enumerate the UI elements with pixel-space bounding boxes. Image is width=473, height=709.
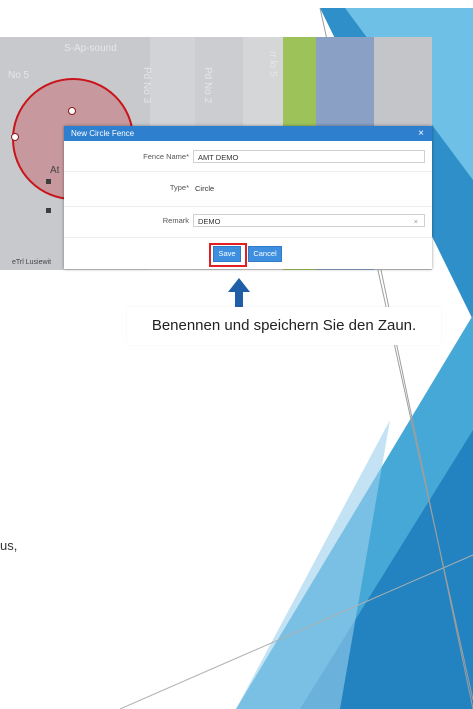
- map-label-bottom: eTrl Lusiewit: [12, 259, 52, 266]
- map-vlabel-1: Pd No 3: [141, 67, 152, 104]
- type-label: Type*: [169, 183, 189, 192]
- fence-name-label: Fence Name*: [143, 152, 189, 161]
- divider: [64, 237, 432, 238]
- cancel-button[interactable]: Cancel: [248, 246, 282, 262]
- map-label-left: No 5: [8, 70, 30, 81]
- divider: [64, 206, 432, 207]
- dialog-title-bar: New Circle Fence ×: [64, 126, 432, 141]
- map-vlabel-3: rr lo 5: [267, 51, 278, 77]
- remark-input[interactable]: DEMO ×: [193, 214, 425, 227]
- close-icon[interactable]: ×: [418, 126, 424, 141]
- map-vlabel-2: Pd No 2: [202, 67, 213, 104]
- circle-edge-handle-left[interactable]: [11, 133, 19, 141]
- map-marker[interactable]: [46, 179, 51, 184]
- map-marker[interactable]: [46, 208, 51, 213]
- partial-text: us,: [0, 538, 18, 553]
- new-circle-fence-dialog: New Circle Fence × Fence Name* AMT DEMO …: [64, 126, 432, 269]
- dialog-title: New Circle Fence: [71, 129, 135, 138]
- remark-value: DEMO: [198, 217, 221, 226]
- caption-box: Benennen und speichern Sie den Zaun.: [127, 307, 441, 345]
- map-label-area: At: [50, 165, 60, 176]
- clear-icon[interactable]: ×: [414, 215, 418, 228]
- remark-label: Remark: [162, 216, 189, 225]
- map-label-top: S-Ap-sound: [64, 43, 117, 54]
- remark-row: Remark DEMO ×: [64, 210, 432, 232]
- fence-name-input[interactable]: AMT DEMO: [193, 150, 425, 163]
- fence-name-row: Fence Name* AMT DEMO: [64, 146, 432, 168]
- divider: [64, 171, 432, 172]
- circle-center-handle[interactable]: [68, 107, 76, 115]
- caption-text: Benennen und speichern Sie den Zaun.: [151, 317, 417, 334]
- save-button[interactable]: Save: [213, 246, 241, 262]
- type-row: Type* Circle: [64, 175, 432, 203]
- type-value: Circle: [195, 184, 215, 193]
